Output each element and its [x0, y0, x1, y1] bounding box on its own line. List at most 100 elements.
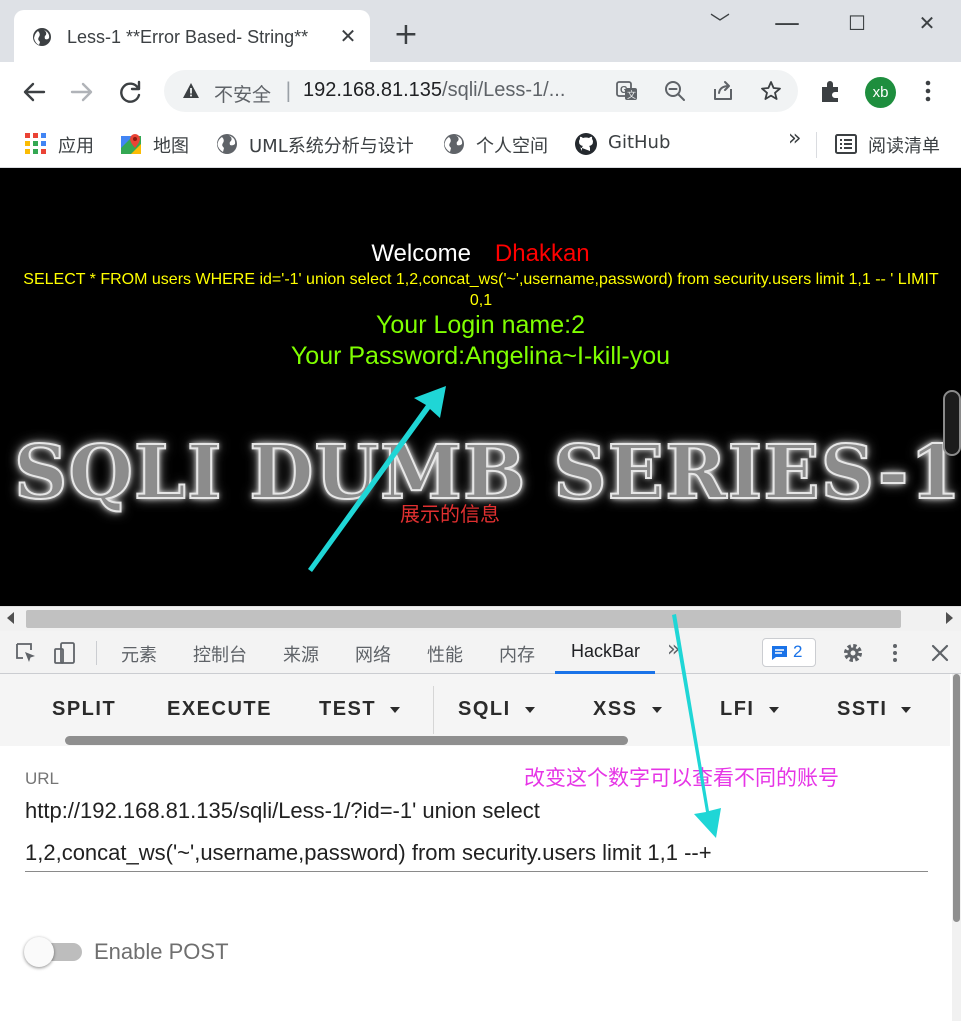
reading-list-label: 阅读清单: [868, 136, 940, 157]
apps-grid-icon: [25, 133, 46, 154]
url-text[interactable]: 192.168.81.135/sqli/Less-1/...: [303, 79, 565, 102]
welcome-line: Welcome Dhakkan: [0, 240, 961, 268]
tab-memory[interactable]: 内存: [499, 641, 535, 667]
devtools-tabbar: 元素 控制台 来源 网络 性能 内存 HackBar » 2: [0, 631, 961, 674]
issues-badge[interactable]: 2: [762, 638, 816, 667]
tab-network[interactable]: 网络: [355, 641, 391, 667]
xss-dropdown[interactable]: XSS: [593, 698, 662, 721]
url-input[interactable]: http://192.168.81.135/sqli/Less-1/?id=-1…: [25, 790, 885, 874]
bookmark-label: GitHub: [608, 132, 671, 153]
issues-count: 2: [793, 642, 803, 661]
tab-console[interactable]: 控制台: [193, 641, 247, 667]
page-viewport: Welcome Dhakkan SELECT * FROM users WHERE…: [0, 168, 961, 606]
ssti-label: SSTI: [837, 698, 888, 720]
tab-close-icon[interactable]: ✕: [336, 24, 360, 48]
device-toolbar-icon[interactable]: [53, 641, 77, 665]
hackbar-divider: [433, 686, 434, 734]
split-label: SPLIT: [52, 698, 117, 720]
url-input-line2: 1,2,concat_ws('~',username,password) fro…: [25, 840, 712, 865]
test-dropdown[interactable]: TEST: [319, 698, 401, 721]
caret-down-icon: [768, 706, 779, 713]
caret-down-icon: [901, 706, 912, 713]
reading-list-icon: [835, 134, 857, 154]
message-icon: [772, 646, 787, 660]
menu-icon[interactable]: [915, 78, 941, 104]
tab-hackbar[interactable]: HackBar: [571, 641, 640, 662]
tab-strip: Less-1 **Error Based- String** ✕ + ﹀ — ☐…: [0, 0, 961, 62]
bookmarks-divider: [816, 132, 817, 158]
warning-icon[interactable]: [182, 82, 200, 100]
new-tab-button[interactable]: +: [392, 20, 420, 50]
horizontal-scrollbar[interactable]: [0, 606, 961, 631]
url-host: 192.168.81.135: [303, 79, 443, 101]
tab-elements[interactable]: 元素: [121, 641, 157, 667]
more-tabs-icon[interactable]: »: [667, 637, 680, 662]
url-path: /sqli/Less-1/...: [442, 79, 566, 101]
url-input-line1: http://192.168.81.135/sqli/Less-1/?id=-1…: [25, 798, 540, 823]
back-icon[interactable]: [18, 76, 50, 108]
tab-title: Less-1 **Error Based- String**: [67, 27, 309, 47]
translate-icon[interactable]: G 文: [616, 80, 638, 102]
browser-tab[interactable]: Less-1 **Error Based- String** ✕: [14, 10, 370, 62]
url-separator: |: [285, 78, 292, 102]
settings-gear-icon[interactable]: [841, 641, 865, 665]
devtools-scrollbar[interactable]: [952, 674, 961, 1021]
password-text: Your Password:Angelina~I-kill-you: [290, 342, 671, 370]
hackbar-toolbar: SPLIT EXECUTE TEST SQLI XSS LFI SSTI: [0, 674, 950, 746]
split-button[interactable]: SPLIT: [52, 698, 116, 721]
url-field-label: URL: [25, 769, 60, 788]
scroll-right-icon[interactable]: [946, 612, 953, 624]
horizontal-scroll-thumb[interactable]: [26, 610, 901, 628]
tab-performance[interactable]: 性能: [427, 641, 463, 667]
inspect-element-icon[interactable]: [14, 641, 38, 665]
bookmarks-overflow-icon[interactable]: »: [788, 126, 801, 154]
page-scrollbar-thumb[interactable]: [943, 390, 961, 456]
github-icon: [575, 133, 597, 155]
ssti-dropdown[interactable]: SSTI: [837, 698, 912, 721]
execute-button[interactable]: EXECUTE: [167, 698, 272, 721]
sqli-dropdown[interactable]: SQLI: [458, 698, 535, 721]
bookmark-label: UML系统分析与设计: [249, 136, 414, 157]
sqli-label: SQLI: [458, 698, 511, 720]
window-close-icon[interactable]: ✕: [907, 8, 947, 38]
caret-down-icon: [524, 706, 535, 713]
tab-sources[interactable]: 来源: [283, 641, 319, 667]
annotation-info-label: 展示的信息: [400, 502, 500, 526]
close-devtools-icon[interactable]: [928, 641, 952, 665]
zoom-icon[interactable]: [664, 80, 686, 102]
share-icon[interactable]: [712, 80, 734, 102]
xss-label: XSS: [593, 698, 638, 720]
bookmark-star-icon[interactable]: [760, 80, 782, 102]
address-bar[interactable]: 不安全 | 192.168.81.135/sqli/Less-1/... G 文: [164, 70, 798, 112]
maximize-icon[interactable]: ☐: [837, 8, 877, 38]
url-input-underline: [25, 871, 928, 872]
devtools-menu-icon[interactable]: [883, 641, 907, 665]
svg-text:文: 文: [627, 89, 636, 101]
devtools-scroll-thumb[interactable]: [953, 674, 960, 922]
devtools-divider: [96, 641, 97, 665]
globe-icon: [33, 28, 51, 46]
lfi-dropdown[interactable]: LFI: [720, 698, 779, 721]
globe-icon: [444, 134, 464, 154]
security-label[interactable]: 不安全: [214, 80, 271, 107]
extensions-icon[interactable]: [818, 78, 844, 104]
test-label: TEST: [319, 698, 377, 720]
profile-avatar[interactable]: xb: [865, 77, 896, 108]
browser-toolbar: 不安全 | 192.168.81.135/sqli/Less-1/... G 文: [0, 62, 961, 122]
reload-icon[interactable]: [114, 76, 146, 108]
welcome-name: Dhakkan: [494, 240, 590, 267]
hackbar-scroll-thumb[interactable]: [65, 736, 628, 745]
maps-icon: [121, 134, 141, 154]
lfi-label: LFI: [720, 698, 755, 720]
caret-down-icon: [390, 706, 401, 713]
forward-icon[interactable]: [66, 76, 98, 108]
tab-search-icon[interactable]: ﹀: [700, 8, 740, 38]
minimize-icon[interactable]: —: [767, 8, 807, 38]
enable-post-toggle-knob[interactable]: [24, 937, 54, 967]
execute-label: EXECUTE: [167, 698, 272, 720]
scroll-left-icon[interactable]: [7, 612, 14, 624]
caret-down-icon: [651, 706, 662, 713]
enable-post-label: Enable POST: [94, 939, 229, 964]
annotation-change-label: 改变这个数字可以查看不同的账号: [524, 766, 839, 790]
globe-icon: [217, 134, 237, 154]
